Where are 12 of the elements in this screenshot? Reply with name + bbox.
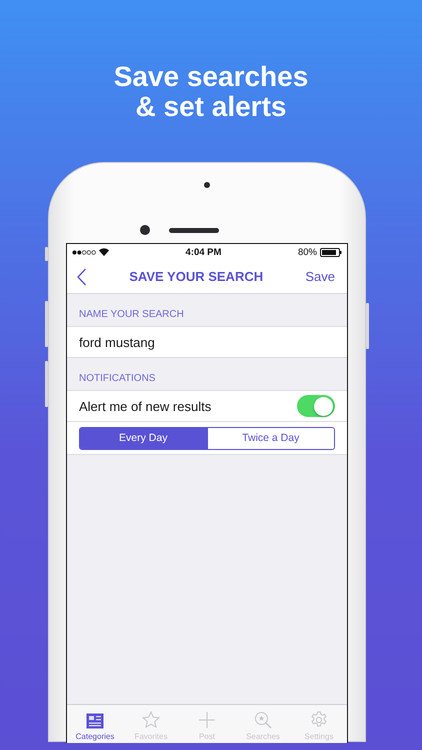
save-button[interactable]: Save (305, 269, 335, 284)
search-name-field[interactable]: ford mustang (67, 326, 347, 358)
setting-label: Alert me of new results (79, 398, 212, 414)
section-header: NOTIFICATIONS (79, 373, 156, 384)
section-header: NAME YOUR SEARCH (79, 309, 184, 320)
battery-percentage: 80% (298, 246, 317, 258)
segment-option[interactable]: Twice a Day (206, 428, 334, 448)
screen-title: SAVE YOUR SEARCH (129, 269, 264, 284)
headline: Save searches & set alerts (114, 62, 308, 122)
status-time: 4:04 PM (186, 246, 222, 258)
tab-bar-item[interactable]: Categories (67, 705, 123, 743)
segment-option[interactable]: Every Day (80, 428, 206, 448)
